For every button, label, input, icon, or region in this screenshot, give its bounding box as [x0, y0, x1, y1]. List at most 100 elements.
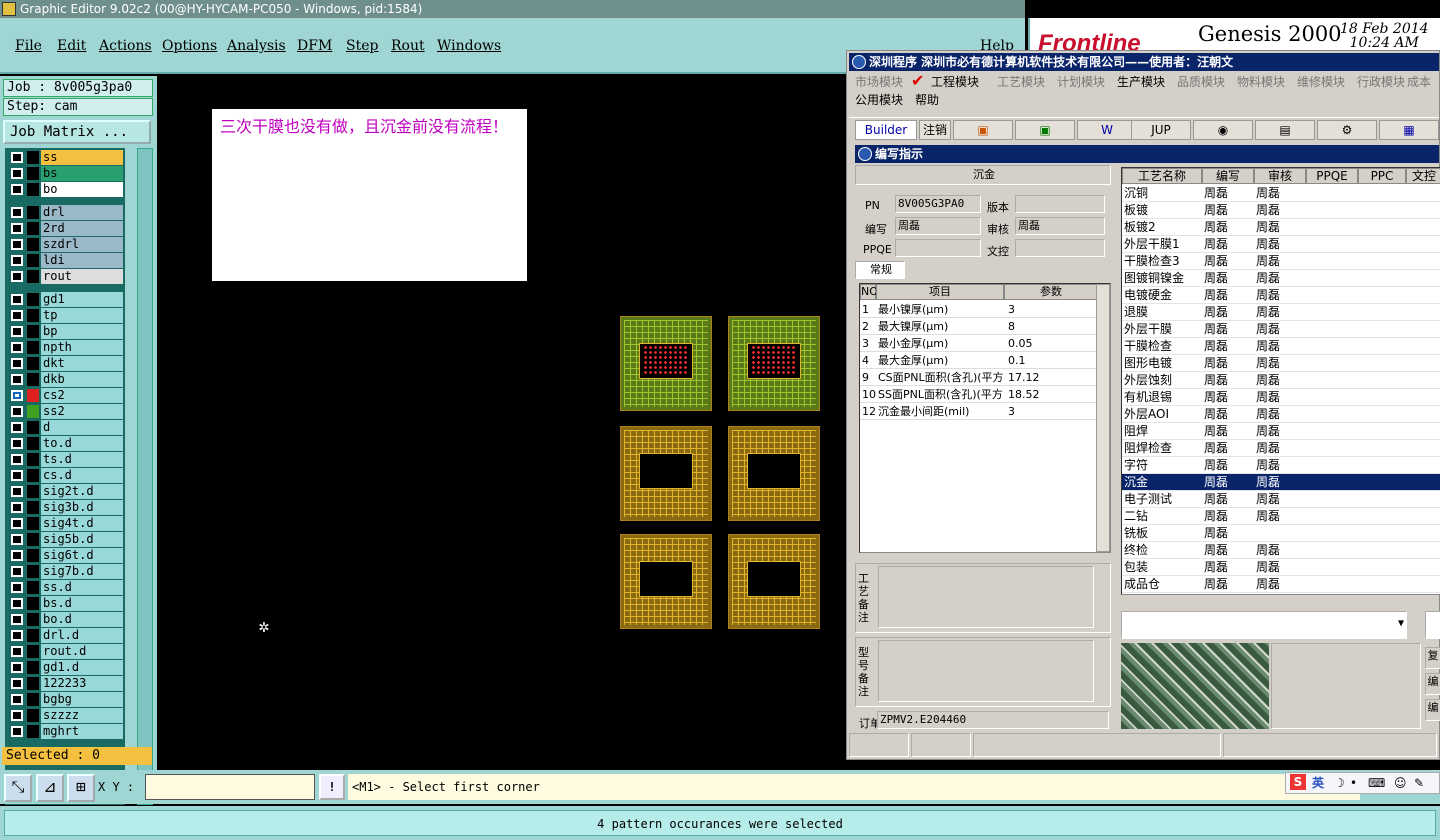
- layer-row-122233[interactable]: 122233: [7, 676, 125, 691]
- menu-file[interactable]: File: [15, 38, 42, 54]
- layer-row-sig2t.d[interactable]: sig2t.d: [7, 484, 125, 499]
- review-field[interactable]: 周磊: [1015, 217, 1105, 235]
- steps-row[interactable]: 电子测试 周磊 周磊: [1122, 491, 1440, 508]
- keyboard-icon[interactable]: ⌨: [1368, 773, 1385, 793]
- params-row[interactable]: 9 CS面PNL面积(含孔)(平方 17.12: [860, 369, 1096, 386]
- steps-dropdown[interactable]: ▼: [1121, 611, 1407, 639]
- steps-row[interactable]: 外层蚀刻 周磊 周磊: [1122, 372, 1440, 389]
- pn-field[interactable]: 8V005G3PA0: [895, 195, 981, 213]
- steps-row[interactable]: 沉金 周磊 周磊: [1122, 474, 1440, 491]
- steps-row[interactable]: 外层干膜1 周磊 周磊: [1122, 236, 1440, 253]
- layer-row-tp[interactable]: tp: [7, 308, 125, 323]
- ime-language[interactable]: 英: [1312, 773, 1324, 793]
- layer-row-2rd[interactable]: 2rd: [7, 221, 125, 236]
- layer-checkbox[interactable]: [11, 470, 23, 481]
- layer-checkbox[interactable]: [11, 326, 23, 337]
- order-field[interactable]: ZPMV2.E204460: [877, 711, 1109, 729]
- layer-checkbox[interactable]: [11, 406, 23, 417]
- moon-icon[interactable]: ☽: [1334, 773, 1345, 793]
- copy-button[interactable]: 复: [1425, 647, 1440, 669]
- ime-toolbar[interactable]: S 英 ☽ • ⌨ ☺ ✎: [1285, 772, 1440, 794]
- layer-row-rout[interactable]: rout: [7, 269, 125, 284]
- layer-checkbox[interactable]: [11, 239, 23, 250]
- layer-checkbox[interactable]: [11, 255, 23, 266]
- measure-icon[interactable]: ⊿: [36, 774, 64, 802]
- punct-icon[interactable]: •: [1350, 773, 1357, 793]
- steps-row[interactable]: 包装 周磊 周磊: [1122, 559, 1440, 576]
- snap-grid-icon[interactable]: ⊞: [67, 774, 95, 802]
- layer-row-szdrl[interactable]: szdrl: [7, 237, 125, 252]
- layer-row-to.d[interactable]: to.d: [7, 436, 125, 451]
- extra-dropdown[interactable]: [1425, 611, 1440, 639]
- layer-checkbox[interactable]: [11, 207, 23, 218]
- layer-checkbox[interactable]: [11, 184, 23, 195]
- module-cost[interactable]: 成本: [1407, 73, 1431, 90]
- layer-checkbox[interactable]: [11, 223, 23, 234]
- layer-checkbox[interactable]: [11, 294, 23, 305]
- module-quality[interactable]: 品质模块: [1177, 73, 1225, 90]
- layer-row-cs2[interactable]: cs2: [7, 388, 125, 403]
- steps-row[interactable]: 电镀硬金 周磊 周磊: [1122, 287, 1440, 304]
- layer-checkbox[interactable]: [11, 582, 23, 593]
- layer-checkbox[interactable]: [11, 454, 23, 465]
- menu-dfm[interactable]: DFM: [297, 38, 332, 54]
- steps-row[interactable]: 干膜检查3 周磊 周磊: [1122, 253, 1440, 270]
- layer-row-bo[interactable]: bo: [7, 182, 125, 197]
- layer-checkbox[interactable]: [11, 358, 23, 369]
- module-engineering[interactable]: 工程模块: [931, 73, 979, 90]
- layer-checkbox[interactable]: [11, 518, 23, 529]
- layer-row-rout.d[interactable]: rout.d: [7, 644, 125, 659]
- module-material[interactable]: 物料模块: [1237, 73, 1285, 90]
- layer-checkbox[interactable]: [11, 614, 23, 625]
- params-row[interactable]: 12 沉金最小间距(mil) 3: [860, 403, 1096, 420]
- layer-row-bo.d[interactable]: bo.d: [7, 612, 125, 627]
- steps-row[interactable]: 板镀2 周磊 周磊: [1122, 219, 1440, 236]
- steps-row[interactable]: 终检 周磊 周磊: [1122, 542, 1440, 559]
- layer-list-scrollbar[interactable]: [137, 148, 153, 805]
- steps-row[interactable]: 铣板 周磊: [1122, 525, 1440, 542]
- module-production[interactable]: 生产模块: [1117, 73, 1165, 90]
- steps-row[interactable]: 阻焊 周磊 周磊: [1122, 423, 1440, 440]
- steps-row[interactable]: 阻焊检查 周磊 周磊: [1122, 440, 1440, 457]
- module-process[interactable]: 工艺模块: [997, 73, 1045, 90]
- steps-row[interactable]: 图形电镀 周磊 周磊: [1122, 355, 1440, 372]
- model-remark-box[interactable]: 型号备注: [855, 637, 1111, 707]
- layer-row-bp[interactable]: bp: [7, 324, 125, 339]
- edit-button[interactable]: 编: [1425, 673, 1440, 695]
- layer-checkbox[interactable]: [11, 662, 23, 673]
- params-row[interactable]: 10 SS面PNL面积(含孔)(平方 18.52: [860, 386, 1096, 403]
- writer-field[interactable]: 周磊: [895, 217, 981, 235]
- steps-row[interactable]: 外层AOI 周磊 周磊: [1122, 406, 1440, 423]
- database-icon[interactable]: ▤: [1255, 120, 1315, 140]
- layer-row-cs.d[interactable]: cs.d: [7, 468, 125, 483]
- steps-row[interactable]: 有机退锡 周磊 周磊: [1122, 389, 1440, 406]
- params-row[interactable]: 1 最小镍厚(μm) 3: [860, 301, 1096, 318]
- ppt-icon[interactable]: ▣: [953, 120, 1013, 140]
- layer-checkbox[interactable]: [11, 550, 23, 561]
- layer-checkbox[interactable]: [11, 566, 23, 577]
- doc-control-field[interactable]: [1015, 239, 1105, 257]
- version-field[interactable]: [1015, 195, 1105, 213]
- layer-row-ldi[interactable]: ldi: [7, 253, 125, 268]
- sogou-icon[interactable]: S: [1290, 774, 1306, 790]
- tab-general[interactable]: 常规: [855, 261, 905, 279]
- layer-row-bs[interactable]: bs: [7, 166, 125, 181]
- layer-checkbox[interactable]: [11, 168, 23, 179]
- layer-checkbox[interactable]: [11, 534, 23, 545]
- layer-row-d[interactable]: d: [7, 420, 125, 435]
- jup-button[interactable]: JUP: [1131, 120, 1191, 140]
- zoom-window-icon[interactable]: ⤡: [4, 774, 32, 802]
- layer-row-sig4t.d[interactable]: sig4t.d: [7, 516, 125, 531]
- word-icon[interactable]: W: [1077, 120, 1137, 140]
- params-row[interactable]: 4 最大金厚(μm) 0.1: [860, 352, 1096, 369]
- layer-row-sig5b.d[interactable]: sig5b.d: [7, 532, 125, 547]
- builder-button[interactable]: Builder: [855, 120, 917, 140]
- params-scrollbar[interactable]: [1096, 284, 1110, 552]
- layer-row-npth[interactable]: npth: [7, 340, 125, 355]
- layer-checkbox[interactable]: [11, 598, 23, 609]
- process-remark-input[interactable]: [878, 566, 1094, 628]
- wrench-icon[interactable]: ✎: [1414, 773, 1424, 793]
- layer-row-dkb[interactable]: dkb: [7, 372, 125, 387]
- layer-checkbox[interactable]: [11, 502, 23, 513]
- logout-button[interactable]: 注销: [919, 120, 951, 140]
